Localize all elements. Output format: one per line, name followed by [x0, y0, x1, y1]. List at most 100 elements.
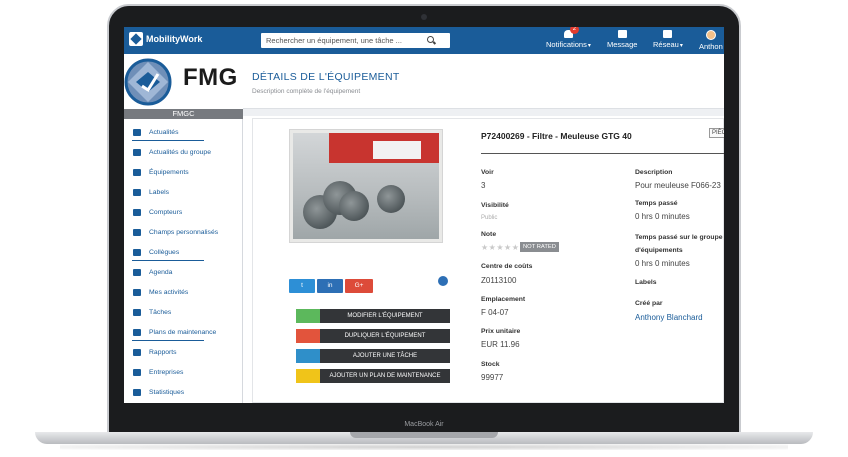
stats-icon — [133, 388, 141, 396]
field-stock-label: Stock — [481, 361, 500, 368]
nav-notifications-label: Notifications — [546, 40, 587, 49]
wifi-icon — [133, 208, 141, 216]
main-content: DÉTAILS DE L'ÉQUIPEMENT Description comp… — [243, 54, 724, 403]
field-cree-label: Créé par — [635, 300, 663, 307]
sidebar-item-label: Rapports — [149, 348, 177, 356]
copy-icon — [296, 329, 320, 343]
equipment-photo[interactable] — [289, 129, 443, 243]
sidebar-item-agenda[interactable]: Agenda — [124, 262, 243, 282]
field-voir-label: Voir — [481, 169, 494, 176]
sidebar-item-equipements[interactable]: Équipements — [124, 162, 243, 182]
document-icon — [133, 348, 141, 356]
sidebar-item-label: Labels — [149, 188, 170, 196]
users-icon — [133, 248, 141, 256]
sidebar-item-actualites[interactable]: Actualités — [124, 122, 243, 142]
add-maintenance-plan-button[interactable]: AJOUTER UN PLAN DE MAINTENANCE — [296, 369, 450, 383]
field-stock-value: 99977 — [481, 373, 504, 382]
creator-link[interactable]: Anthony Blanchard — [635, 313, 703, 322]
search-icon[interactable] — [427, 36, 434, 43]
google-plus-icon: G+ — [354, 282, 364, 289]
list-icon — [133, 308, 141, 316]
linkedin-share-button[interactable]: in — [317, 279, 343, 293]
twitter-share-button[interactable]: t — [289, 279, 315, 293]
sidebar-item-plans[interactable]: Plans de maintenance — [124, 322, 243, 342]
field-prix-value: EUR 11.96 — [481, 340, 520, 349]
page-title: DÉTAILS DE L'ÉQUIPEMENT — [252, 71, 400, 83]
add-task-label: AJOUTER UNE TÂCHE — [352, 353, 418, 359]
nav-network[interactable]: Réseau▾ — [653, 30, 683, 49]
sidebar-item-label: Agenda — [149, 268, 173, 276]
sidebar-item-label: Équipements — [149, 168, 189, 176]
task-icon — [296, 349, 320, 363]
edit-equipment-button[interactable]: MODIFIER L'ÉQUIPEMENT — [296, 309, 450, 323]
duplicate-equipment-button[interactable]: DUPLIQUER L'ÉQUIPEMENT — [296, 329, 450, 343]
nav-network-label: Réseau — [653, 40, 679, 49]
sidebar-item-labels[interactable]: Labels — [124, 182, 243, 202]
laptop-mockup: MacBook Air MobilityWork 2 Notifications… — [0, 0, 848, 457]
nav-user[interactable]: Anthon — [699, 30, 723, 51]
field-description-label: Description — [635, 169, 673, 176]
google-share-button[interactable]: G+ — [345, 279, 373, 293]
network-icon — [663, 30, 673, 38]
photo-image — [293, 133, 439, 239]
field-temps-value: 0 hrs 0 minutes — [635, 212, 690, 221]
sidebar-item-activites[interactable]: Mes activités — [124, 282, 243, 302]
notification-count-badge: 2 — [569, 27, 579, 34]
sidebar-item-rapports[interactable]: Rapports — [124, 342, 243, 362]
fmg-emblem-icon — [124, 58, 172, 106]
calendar-icon — [296, 369, 320, 383]
sidebar-item-taches[interactable]: Tâches — [124, 302, 243, 322]
sidebar-item-statistiques[interactable]: Statistiques — [124, 382, 243, 402]
chevron-down-icon: ▾ — [679, 43, 683, 49]
sidebar-item-label: Entreprises — [149, 368, 184, 376]
sidebar-item-champs[interactable]: Champs personnalisés — [124, 222, 243, 242]
sidebar-item-compteurs[interactable]: Compteurs — [124, 202, 243, 222]
equipment-title: P72400269 - Filtre - Meuleuse GTG 40 — [481, 131, 632, 141]
group-logo[interactable]: FMG — [124, 54, 243, 109]
top-navbar: MobilityWork 2 Notifications▾ Message Ré… — [124, 27, 724, 54]
filter-disc — [377, 185, 405, 213]
linkedin-icon: in — [327, 282, 333, 289]
field-prix-label: Prix unitaire — [481, 328, 521, 335]
sidebar-item-label: Champs personnalisés — [149, 228, 219, 236]
sidebar-item-label: Mes activités — [149, 288, 189, 296]
sidebar-item-entreprises[interactable]: Entreprises — [124, 362, 243, 382]
field-temps-groupe-label: Temps passé sur le groupe d'équipements — [635, 234, 723, 254]
nav-notifications[interactable]: 2 Notifications▾ — [546, 27, 591, 49]
pencil-icon — [296, 309, 320, 323]
group-logo-text: FMG — [183, 64, 238, 91]
sidebar-menu: Actualités Actualités du groupe Équipeme… — [124, 122, 243, 402]
globe-icon[interactable] — [438, 276, 448, 286]
brand[interactable]: MobilityWork — [129, 32, 202, 46]
chat-icon — [617, 30, 627, 38]
filter-disc — [339, 191, 369, 221]
laptop-shadow — [60, 444, 788, 450]
field-centre-value: Z0113100 — [481, 276, 517, 285]
sidebar-item-label: Plans de maintenance — [149, 328, 217, 336]
field-emplacement-value: F 04-07 — [481, 308, 509, 317]
sidebar-item-actualites-groupe[interactable]: Actualités du groupe — [124, 142, 243, 162]
field-note-label: Note — [481, 231, 497, 238]
search-input[interactable] — [266, 36, 426, 45]
add-task-button[interactable]: AJOUTER UNE TÂCHE — [296, 349, 450, 363]
field-labels-label: Labels — [635, 279, 657, 286]
field-visibilite-label: Visibilité — [481, 202, 509, 209]
device-model-label: MacBook Air — [404, 421, 444, 428]
bell-icon: 2 — [563, 27, 579, 38]
sidebar-item-collegues[interactable]: Collègues — [124, 242, 243, 262]
nav-user-label: Anthon — [699, 42, 723, 51]
laptop-notch — [350, 432, 498, 438]
type-badge: PIÈCE — [709, 128, 724, 138]
group-name-bar: FMGC — [124, 109, 243, 119]
nav-message[interactable]: Message — [607, 30, 637, 49]
field-temps-label: Temps passé — [635, 200, 678, 207]
edit-equipment-label: MODIFIER L'ÉQUIPEMENT — [347, 313, 423, 319]
rating-stars[interactable]: ★★★★★ — [481, 243, 519, 252]
title-rule — [481, 153, 724, 154]
calendar-check-icon — [133, 328, 141, 336]
page-subtitle: Description complète de l'équipement — [252, 88, 361, 95]
sidebar-item-label: Actualités — [149, 128, 179, 136]
wrench-icon — [133, 168, 141, 176]
text-field-icon — [133, 228, 141, 236]
sidebar-item-label: Compteurs — [149, 208, 183, 216]
